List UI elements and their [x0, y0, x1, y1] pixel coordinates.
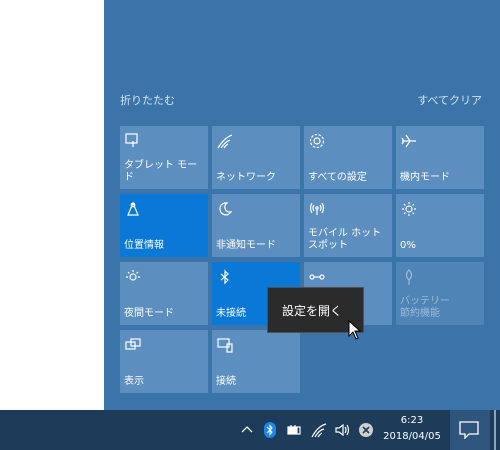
- tile-brightness[interactable]: 0%: [396, 194, 484, 257]
- tile-battery-saver[interactable]: バッテリー 節約機能: [396, 262, 484, 325]
- network-icon: [216, 132, 236, 152]
- tile-project[interactable]: 表示: [120, 330, 208, 393]
- tile-night-light[interactable]: 夜間モード: [120, 262, 208, 325]
- vpn-icon: [308, 268, 328, 288]
- tile-label: 表示: [124, 376, 144, 387]
- tile-label: 非通知モード: [216, 240, 276, 251]
- tile-label: モバイル ホットスポット: [308, 228, 382, 251]
- bluetooth-icon: [216, 268, 236, 288]
- location-icon: [124, 200, 144, 220]
- tooltip-text: 設定を開く: [282, 304, 343, 318]
- clock[interactable]: 6:23 2018/04/05: [378, 413, 446, 445]
- tile-mobile-hotspot[interactable]: モバイル ホットスポット: [304, 194, 392, 257]
- close-circle-icon[interactable]: [358, 422, 374, 438]
- clear-all-link[interactable]: すべてクリア: [417, 92, 482, 108]
- chevron-up-icon[interactable]: [239, 422, 255, 438]
- night-light-icon: [124, 268, 144, 288]
- volume-icon[interactable]: [334, 422, 350, 438]
- clock-date: 2018/04/05: [383, 431, 441, 442]
- battery-saver-icon: [400, 268, 420, 288]
- action-center-button[interactable]: [450, 410, 490, 450]
- tile-label: すべての設定: [308, 172, 367, 183]
- hotspot-icon: [308, 200, 328, 220]
- tile-label: 接続: [216, 376, 236, 387]
- action-center-header: 折りたたむ すべてクリア: [120, 92, 484, 110]
- tile-airplane-mode[interactable]: 機内モード: [396, 126, 484, 189]
- tile-label: タブレット モード: [124, 160, 198, 183]
- tile-label: 0%: [400, 240, 416, 251]
- notification-icon: [459, 421, 479, 443]
- tile-label: 夜間モード: [124, 308, 174, 319]
- wifi-icon[interactable]: [311, 422, 327, 438]
- project-icon: [124, 336, 144, 356]
- tile-network[interactable]: ネットワーク: [212, 126, 300, 189]
- collapse-link[interactable]: 折りたたむ: [120, 92, 175, 108]
- connect-icon: [216, 336, 236, 356]
- tile-label: 機内モード: [400, 172, 450, 183]
- moon-icon: [216, 200, 236, 220]
- tile-all-settings[interactable]: すべての設定: [304, 126, 392, 189]
- tile-tablet-mode[interactable]: タブレット モード: [120, 126, 208, 189]
- airplane-icon: [400, 132, 420, 152]
- taskbar: 6:23 2018/04/05: [0, 410, 500, 450]
- tile-label: バッテリー 節約機能: [400, 296, 450, 319]
- desktop-area: [0, 0, 104, 410]
- gear-icon: [308, 132, 328, 152]
- tile-label: ネットワーク: [216, 172, 276, 183]
- tile-quiet-hours[interactable]: 非通知モード: [212, 194, 300, 257]
- mouse-cursor-icon: [348, 319, 362, 340]
- tile-location[interactable]: 位置情報: [120, 194, 208, 257]
- tile-label: 位置情報: [124, 240, 164, 251]
- brightness-icon: [400, 200, 420, 220]
- tile-connect[interactable]: 接続: [212, 330, 300, 393]
- battery-icon[interactable]: [286, 422, 302, 438]
- tablet-mode-icon: [124, 132, 144, 152]
- bluetooth-icon[interactable]: [262, 422, 278, 438]
- show-desktop-button[interactable]: [494, 410, 496, 450]
- clock-time: 6:23: [400, 415, 424, 426]
